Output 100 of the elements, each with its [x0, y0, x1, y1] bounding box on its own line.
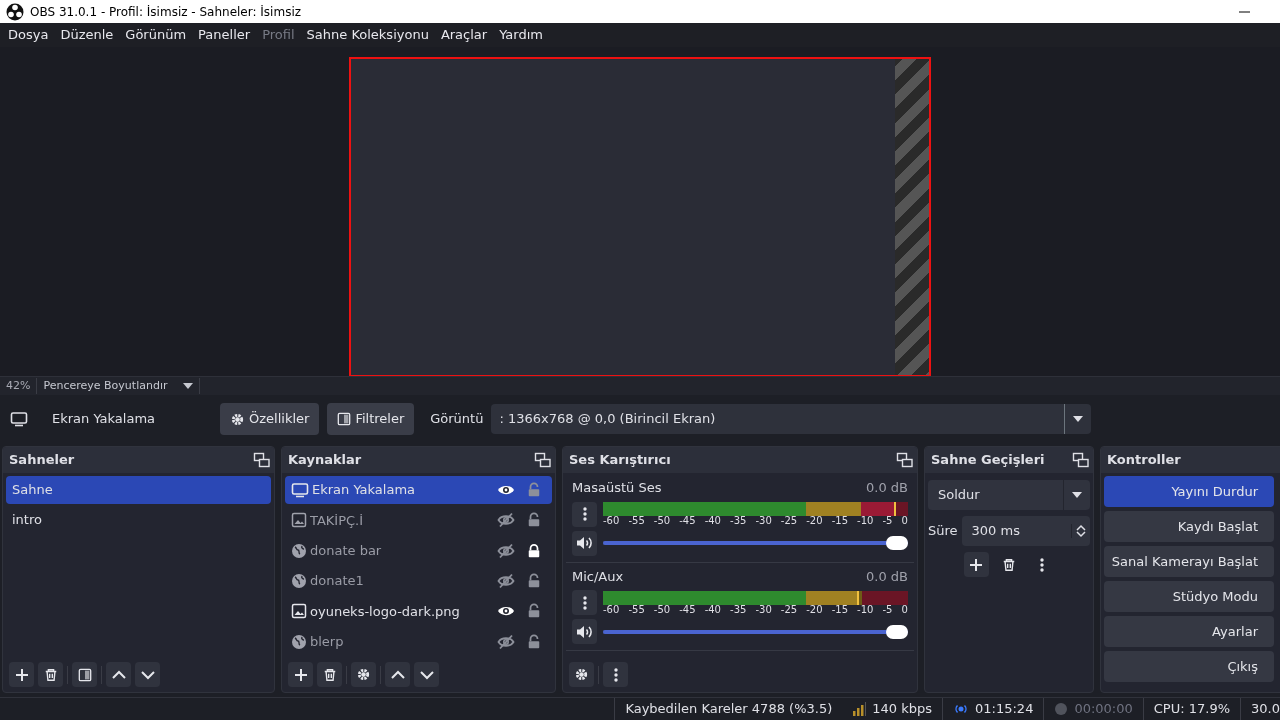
- advanced-audio-button[interactable]: [569, 662, 594, 687]
- scale-label: -55: [628, 604, 645, 615]
- source-label: TAKİPÇ.İ: [310, 511, 365, 530]
- dock-title: Sahne Geçişleri: [931, 451, 1045, 470]
- move-up-button[interactable]: [106, 662, 131, 687]
- trash-icon: [1002, 556, 1016, 573]
- add-transition-button[interactable]: [963, 552, 989, 577]
- scale-label: -40: [704, 604, 721, 615]
- move-down-button[interactable]: [135, 662, 160, 687]
- transition-dropdown[interactable]: Soldur: [928, 480, 1090, 510]
- more-options-icon: [582, 594, 587, 611]
- remove-button[interactable]: [38, 662, 63, 687]
- scale-label: 0: [901, 516, 908, 526]
- scale-label: -30: [755, 516, 772, 526]
- mute-button[interactable]: [572, 619, 597, 644]
- source-item[interactable]: donate1: [285, 567, 552, 596]
- trash-icon: [43, 666, 58, 683]
- source-item[interactable]: blerp: [285, 627, 552, 656]
- duration-spinbox[interactable]: 300 ms: [961, 516, 1090, 546]
- source-item[interactable]: donate bar: [285, 536, 552, 565]
- monitor-icon: [10, 411, 28, 427]
- zoom-level: 42%: [0, 377, 38, 395]
- move-up-button[interactable]: [385, 662, 410, 687]
- image-icon: [291, 603, 307, 620]
- source-item[interactable]: TAKİPÇ.İ: [285, 506, 552, 535]
- undock-icon: [253, 452, 270, 468]
- source-label: blerp: [310, 633, 345, 652]
- open-lock-icon: [526, 633, 541, 650]
- menu-item[interactable]: Araçlar: [434, 25, 494, 45]
- control-button[interactable]: Sanal Kamerayı Başlat: [1104, 546, 1274, 577]
- more-options-icon: [613, 666, 618, 683]
- properties-button[interactable]: Özellikler: [220, 403, 320, 435]
- spin-down-icon: [1076, 531, 1086, 538]
- eye-slash-icon: [496, 512, 515, 529]
- dock-title: Kaynaklar: [288, 451, 362, 470]
- menu-item[interactable]: Paneller: [192, 25, 257, 45]
- control-button[interactable]: Stüdyo Modu: [1104, 581, 1274, 612]
- scale-label: -25: [780, 604, 798, 615]
- open-lock-icon: [526, 573, 541, 590]
- display-dropdown[interactable]: : 1366x768 @ 0,0 (Birincil Ekran): [491, 404, 1092, 434]
- stream-time: 01:15:24: [975, 700, 1034, 719]
- menu-item[interactable]: Görünüm: [119, 25, 193, 45]
- plus-icon: [292, 666, 309, 683]
- open-lock-icon: [526, 603, 541, 620]
- more-options-icon: [582, 506, 587, 522]
- speaker-icon: [575, 535, 594, 551]
- monitor-icon: [291, 482, 309, 499]
- control-button[interactable]: Yayını Durdur: [1104, 476, 1274, 507]
- db-reading: 0.0 dB: [866, 479, 908, 497]
- mixer-menu-button[interactable]: [603, 662, 628, 687]
- channel-menu-button[interactable]: [572, 590, 597, 615]
- scale-label: -15: [831, 516, 848, 526]
- scale-label: -20: [806, 604, 823, 615]
- window-title: OBS 31.0.1 - Profil: İsimsiz - Sahneler: İsimsiz: [30, 3, 302, 21]
- filter-icon: [77, 667, 92, 682]
- dock-title: Ses Karıştırıcı: [569, 451, 671, 470]
- mute-button[interactable]: [572, 530, 597, 556]
- filters-button[interactable]: [72, 662, 97, 687]
- menu-item[interactable]: Düzenle: [54, 25, 120, 45]
- scale-label: -50: [653, 604, 671, 615]
- caret-down-icon: [1073, 416, 1084, 422]
- undock-icon: [1072, 452, 1089, 468]
- menu-item[interactable]: Sahne Koleksiyonu: [300, 25, 435, 45]
- scale-label: 0: [901, 604, 908, 615]
- plus-icon: [968, 556, 984, 573]
- menu-item[interactable]: Yardım: [493, 25, 549, 45]
- move-down-button[interactable]: [414, 662, 439, 687]
- scene-item[interactable]: Sahne: [6, 476, 271, 504]
- recording-time: 00:00:00: [1074, 700, 1133, 719]
- source-item[interactable]: oyuneks-logo-dark.png: [285, 597, 552, 626]
- control-button[interactable]: Çıkış: [1104, 651, 1274, 682]
- record-dot-icon: [1054, 702, 1069, 716]
- menu-item[interactable]: Dosya: [2, 25, 55, 45]
- scale-label: -25: [780, 516, 798, 526]
- channel-menu-button[interactable]: [572, 501, 597, 527]
- scale-label: -5: [882, 516, 893, 526]
- control-button[interactable]: Ayarlar: [1104, 616, 1274, 647]
- properties-button[interactable]: [351, 662, 376, 687]
- scale-label: -40: [704, 516, 721, 526]
- control-button[interactable]: Kaydı Başlat: [1104, 511, 1274, 542]
- scale-mode-dropdown[interactable]: Pencereye Boyutlandır: [43, 377, 168, 395]
- undock-icon: [534, 452, 551, 468]
- display-label: Görüntü: [430, 410, 484, 429]
- source-item[interactable]: Ekran Yakalama: [285, 476, 552, 505]
- more-options-icon: [1040, 556, 1044, 573]
- remove-button[interactable]: [317, 662, 342, 687]
- scene-item[interactable]: intro: [6, 506, 271, 534]
- source-label: donate bar: [310, 542, 383, 561]
- signal-bars-icon: [852, 702, 867, 716]
- open-lock-icon: [526, 512, 541, 529]
- filters-button[interactable]: Filtreler: [327, 403, 415, 435]
- dock-title: Kontroller: [1107, 451, 1181, 470]
- source-label: oyuneks-logo-dark.png: [310, 602, 461, 621]
- scale-label: -55: [628, 516, 645, 526]
- add-button[interactable]: [9, 662, 34, 687]
- scale-label: -20: [806, 516, 823, 526]
- globe-icon: [291, 542, 307, 559]
- scale-label: -15: [831, 604, 848, 615]
- source-label: donate1: [310, 572, 365, 591]
- add-button[interactable]: [288, 662, 313, 687]
